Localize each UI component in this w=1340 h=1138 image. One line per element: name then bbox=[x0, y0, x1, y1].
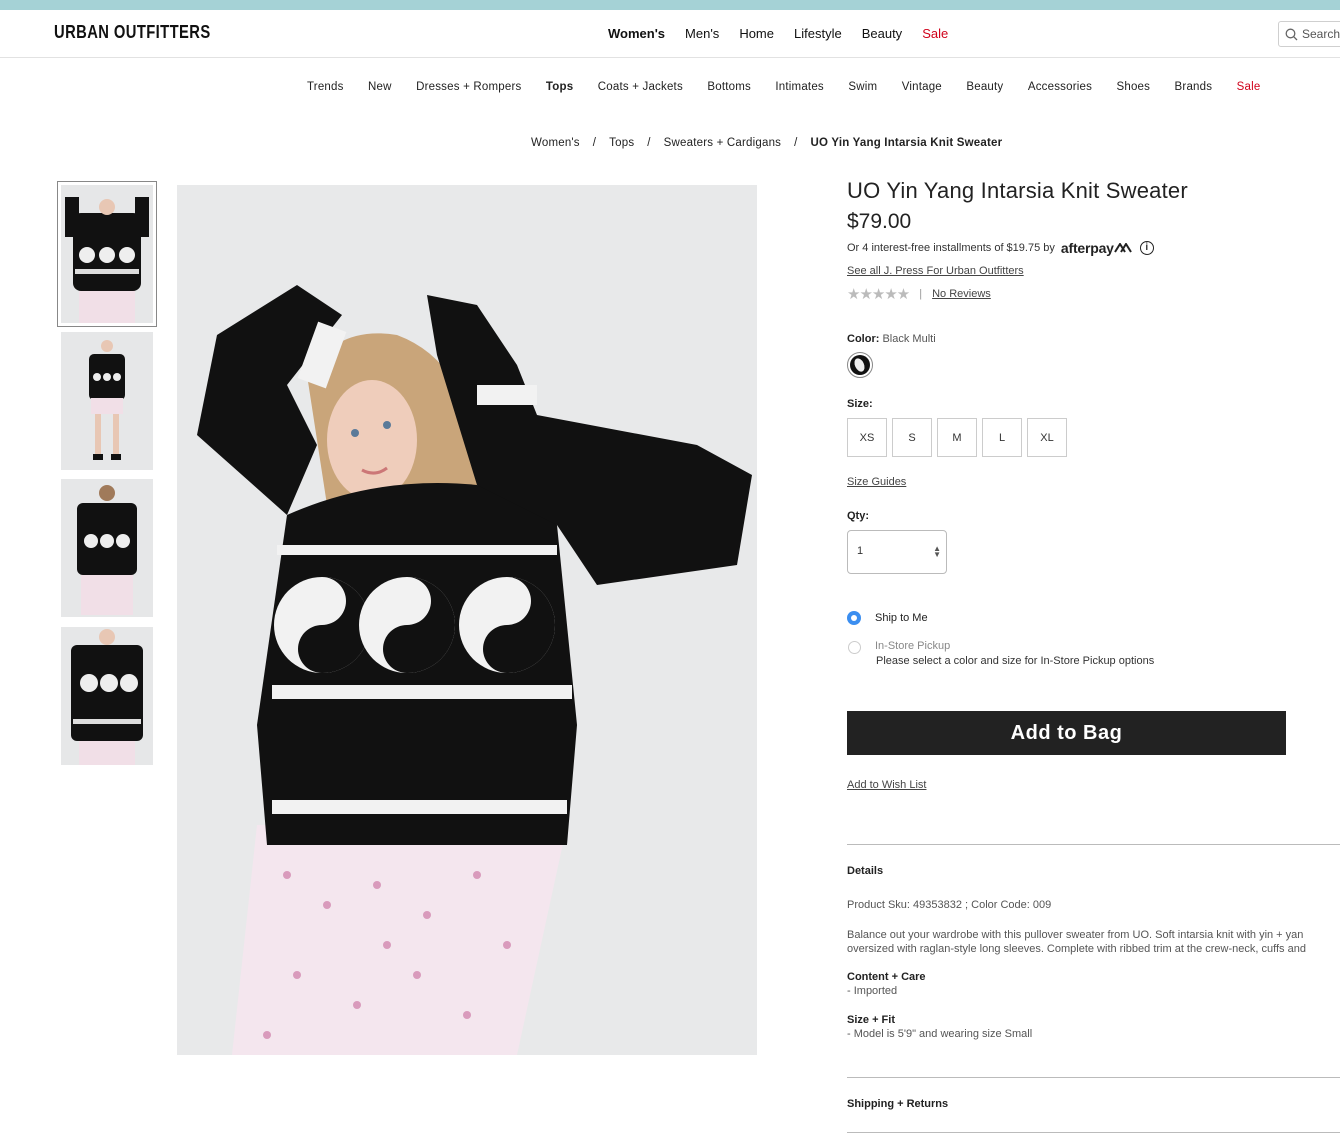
breadcrumb-current: UO Yin Yang Intarsia Knit Sweater bbox=[810, 137, 1003, 149]
category-shoes[interactable]: Shoes bbox=[1116, 81, 1150, 93]
search-input[interactable]: Search bbox=[1278, 21, 1340, 47]
category-trends[interactable]: Trends bbox=[307, 81, 344, 93]
ship-to-me-option[interactable]: Ship to Me bbox=[847, 611, 928, 625]
breadcrumb-sweaters[interactable]: Sweaters + Cardigans bbox=[664, 137, 781, 149]
thumbnail-image bbox=[61, 332, 153, 470]
size-button-xl[interactable]: XL bbox=[1027, 418, 1067, 457]
nav-home[interactable]: Home bbox=[739, 26, 774, 41]
details-heading[interactable]: Details bbox=[847, 865, 883, 877]
radio-selected-icon[interactable] bbox=[847, 611, 861, 625]
search-placeholder: Search bbox=[1302, 27, 1340, 41]
product-price: $79.00 bbox=[847, 210, 912, 233]
nav-lifestyle[interactable]: Lifestyle bbox=[794, 26, 842, 41]
thumbnail-image bbox=[61, 479, 153, 617]
category-bottoms[interactable]: Bottoms bbox=[707, 81, 751, 93]
rating-stars: ★★★★★ bbox=[847, 286, 910, 303]
product-sku: Product Sku: 49353832 ; Color Code: 009 bbox=[847, 899, 1052, 911]
qty-label: Qty: bbox=[847, 510, 869, 522]
main-product-image[interactable] bbox=[177, 185, 757, 1055]
reviews-row: ★★★★★ | No Reviews bbox=[847, 285, 1340, 303]
ship-to-me-label: Ship to Me bbox=[875, 612, 928, 624]
product-title: UO Yin Yang Intarsia Knit Sweater bbox=[847, 178, 1188, 203]
size-button-l[interactable]: L bbox=[982, 418, 1022, 457]
category-accessories[interactable]: Accessories bbox=[1028, 81, 1092, 93]
size-fit-text: - Model is 5'9" and wearing size Small bbox=[847, 1028, 1033, 1040]
size-button-s[interactable]: S bbox=[892, 418, 932, 457]
breadcrumb-separator: / bbox=[592, 137, 597, 149]
radio-unselected-icon[interactable] bbox=[848, 641, 861, 654]
category-beauty[interactable]: Beauty bbox=[966, 81, 1003, 93]
thumbnail-3[interactable] bbox=[61, 479, 153, 617]
thumbnail-image bbox=[61, 185, 153, 323]
divider bbox=[847, 844, 1340, 845]
size-selector: Size: XS S M L XL bbox=[847, 398, 1067, 457]
category-vintage[interactable]: Vintage bbox=[902, 81, 942, 93]
thumbnail-image bbox=[61, 627, 153, 765]
breadcrumb: Women's / Tops / Sweaters + Cardigans / UO Yin… bbox=[531, 137, 1002, 149]
breadcrumb-womens[interactable]: Women's bbox=[531, 137, 580, 149]
nav-mens[interactable]: Men's bbox=[685, 26, 719, 41]
breadcrumb-separator: / bbox=[647, 137, 651, 149]
nav-beauty[interactable]: Beauty bbox=[862, 26, 902, 41]
primary-nav: Women's Men's Home Lifestyle Beauty Sale bbox=[608, 26, 968, 41]
category-coats-jackets[interactable]: Coats + Jackets bbox=[598, 81, 683, 93]
in-store-pickup-label: In-Store Pickup bbox=[875, 640, 951, 652]
category-dresses-rompers[interactable]: Dresses + Rompers bbox=[416, 81, 521, 93]
nav-womens[interactable]: Women's bbox=[608, 26, 665, 41]
category-tops[interactable]: Tops bbox=[546, 81, 573, 93]
category-swim[interactable]: Swim bbox=[848, 81, 877, 93]
category-intimates[interactable]: Intimates bbox=[775, 81, 823, 93]
reviews-link[interactable]: No Reviews bbox=[932, 288, 991, 300]
reviews-divider: | bbox=[919, 288, 923, 300]
description-line: Balance out your wardrobe with this pull… bbox=[847, 929, 1304, 941]
description-line: oversized with raglan-style long sleeves… bbox=[847, 943, 1306, 955]
add-to-bag-button[interactable]: Add to Bag bbox=[847, 711, 1286, 755]
category-brands[interactable]: Brands bbox=[1175, 81, 1213, 93]
size-guides-link[interactable]: Size Guides bbox=[847, 476, 906, 488]
color-swatch-black-multi[interactable] bbox=[847, 352, 873, 378]
divider bbox=[847, 1077, 1340, 1078]
content-care-text: - Imported bbox=[847, 985, 898, 997]
site-logo[interactable]: URBAN OUTFITTERS bbox=[54, 22, 211, 43]
breadcrumb-tops[interactable]: Tops bbox=[609, 137, 634, 149]
color-label: Color: Black Multi bbox=[847, 333, 936, 345]
color-selector: Color: Black Multi bbox=[847, 333, 936, 378]
qty-value: 1 bbox=[857, 545, 864, 557]
breadcrumb-separator: / bbox=[794, 137, 798, 149]
content-care-heading: Content + Care bbox=[847, 971, 926, 983]
thumbnail-4[interactable] bbox=[61, 627, 153, 765]
afterpay-installments: Or 4 interest-free installments of $19.7… bbox=[847, 240, 1340, 256]
nav-sale[interactable]: Sale bbox=[922, 26, 948, 41]
shipping-returns-heading[interactable]: Shipping + Returns bbox=[847, 1098, 948, 1110]
category-sale[interactable]: Sale bbox=[1237, 81, 1261, 93]
size-button-xs[interactable]: XS bbox=[847, 418, 887, 457]
quantity-stepper[interactable]: 1 ▲ ▼ bbox=[847, 530, 947, 574]
product-info-panel: UO Yin Yang Intarsia Knit Sweater $79.00… bbox=[847, 178, 1340, 1133]
thumbnail-2[interactable] bbox=[61, 332, 153, 470]
search-icon bbox=[1285, 28, 1298, 40]
size-fit-heading: Size + Fit bbox=[847, 1014, 895, 1026]
category-new[interactable]: New bbox=[368, 81, 392, 93]
afterpay-text: Or 4 interest-free installments of $19.7… bbox=[847, 242, 1055, 254]
afterpay-logo: afterpay bbox=[1060, 240, 1114, 256]
divider bbox=[847, 1132, 1340, 1133]
pickup-note: Please select a color and size for In-St… bbox=[876, 655, 1155, 667]
product-photo bbox=[177, 185, 757, 1055]
afterpay-arrows-icon bbox=[1113, 243, 1132, 253]
add-to-wish-list-link[interactable]: Add to Wish List bbox=[847, 779, 926, 791]
quantity-selector: Qty: 1 ▲ ▼ bbox=[847, 510, 947, 574]
size-label: Size: bbox=[847, 398, 873, 410]
brand-link[interactable]: See all J. Press For Urban Outfitters bbox=[847, 265, 1340, 277]
top-accent-strip bbox=[0, 0, 1340, 10]
size-button-m[interactable]: M bbox=[937, 418, 977, 457]
color-value: Black Multi bbox=[882, 333, 936, 345]
info-icon[interactable]: i bbox=[1139, 241, 1154, 255]
product-description: Balance out your wardrobe with this pull… bbox=[847, 928, 1340, 956]
site-header: URBAN OUTFITTERS Women's Men's Home Life… bbox=[0, 10, 1340, 58]
stepper-arrows-icon[interactable]: ▲ ▼ bbox=[933, 545, 941, 559]
thumbnail-1-selected[interactable] bbox=[57, 181, 157, 327]
